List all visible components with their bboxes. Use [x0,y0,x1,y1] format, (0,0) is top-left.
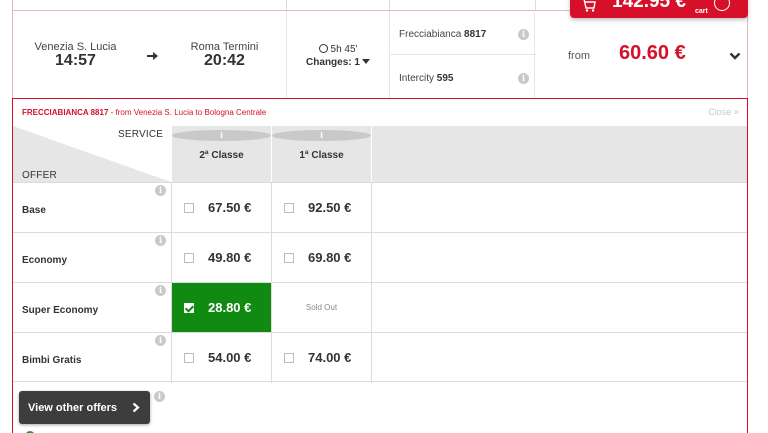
caret-down-icon [361,59,370,64]
train-name: Frecciabianca 8817 [399,29,486,40]
solution-row[interactable]: Venezia S. Lucia 14:57 Roma Termini 20:4… [12,10,748,99]
empty-cell [371,183,747,233]
button-label: View other offers [28,402,118,414]
price-option-selected[interactable]: 28.80 € [171,283,271,333]
info-icon[interactable]: i [155,235,166,246]
changes-toggle[interactable]: Changes: 1 [287,57,389,68]
offer-name: Super Economy [22,305,99,316]
price-option[interactable]: 69.80 € [271,233,371,283]
info-icon[interactable]: i [272,130,371,141]
price-prefix: from [568,50,590,62]
duration-value: 5h 45' [330,44,358,55]
offer-row: Base i 67.50 € 92.50 € [13,182,747,233]
price-option[interactable]: 49.80 € [171,233,271,283]
price-value: 49.80 € [208,250,252,265]
offer-name: Bimbi Gratis [22,355,82,366]
offer-label: OFFER [22,170,57,181]
departure-time: 14:57 [55,52,96,69]
price-value: 67.50 € [208,200,252,215]
empty-cell [371,283,747,333]
segment-train: FRECCIABIANCA 8817 [22,108,109,117]
cart-total: 142.95 € [612,0,686,12]
price-value: 54.00 € [208,350,252,365]
class-header: 1ª Classe i [271,126,371,182]
price-option[interactable]: 92.50 € [271,183,371,233]
arrival-time: 20:42 [204,52,245,69]
info-icon[interactable]: i [155,185,166,196]
train-type: Frecciabianca [399,29,462,40]
service-label: SERVICE [118,129,164,140]
close-button[interactable]: Close × [708,107,739,117]
checkbox[interactable] [184,353,194,363]
chevron-down-icon[interactable] [729,51,741,61]
divider [535,0,536,10]
price-option[interactable]: 74.00 € [271,333,371,383]
offer-row: Bimbi Gratis i 54.00 € 74.00 € [13,332,747,383]
train-list: Frecciabianca 8817 i Intercity 595 i [389,11,536,99]
class-header: 2ª Classe i [171,126,271,182]
cart-button[interactable]: 142.95 € cart [570,0,748,18]
duration-changes[interactable]: 5h 45' Changes: 1 [286,11,389,99]
offer-row: Economy i 49.80 € 69.80 € [13,232,747,283]
checkbox-checked[interactable] [184,303,194,313]
info-icon[interactable]: i [154,391,165,402]
sold-out-label: Sold Out [305,303,338,312]
cart-label: cart [695,8,708,15]
segment-route: - from Venezia S. Lucia to Bologna Centr… [108,108,267,117]
price-option[interactable]: 67.50 € [171,183,271,233]
price-option-unavailable: Sold Out [271,283,371,333]
train-item: Frecciabianca 8817 i [390,11,536,55]
departure: Venezia S. Lucia 14:57 [13,11,138,99]
price-value: 92.50 € [308,200,352,215]
class-label: 2ª Classe [199,150,244,161]
empty-cell [371,333,747,383]
info-icon[interactable]: i [172,130,271,141]
class-label: 1ª Classe [299,150,344,161]
price-value: 69.80 € [308,250,352,265]
view-other-offers-button[interactable]: View other offers [19,391,150,424]
divider [389,0,390,10]
train-name: Intercity 595 [399,73,453,84]
empty-cell [371,233,747,283]
offer-name: Base [22,205,46,216]
info-icon[interactable]: i [155,285,166,296]
checkbox[interactable] [184,253,194,263]
arrow-right-icon [147,52,158,60]
train-number: 8817 [464,29,487,40]
clock-icon [318,44,328,53]
checkbox[interactable] [284,253,294,263]
info-icon[interactable]: i [518,29,529,40]
changes-label: Changes: 1 [306,57,360,68]
price-value: 28.80 € [208,300,252,315]
train-item: Intercity 595 i [390,55,536,99]
info-icon[interactable]: i [155,335,166,346]
chevron-right-icon [132,402,140,413]
checkbox[interactable] [284,353,294,363]
info-icon[interactable]: i [518,73,529,84]
duration: 5h 45' [287,44,389,55]
divider [286,0,287,10]
cart-icon [583,0,596,12]
train-number: 595 [436,73,454,84]
offer-row: Super Economy i 28.80 € Sold Out [13,282,747,333]
arrival: Roma Termini 20:42 [163,11,286,99]
lowest-price: 60.60 € [619,42,686,64]
checkbox[interactable] [284,203,294,213]
price-option[interactable]: 54.00 € [171,333,271,383]
segment-title: FRECCIABIANCA 8817 - from Venezia S. Luc… [22,108,266,117]
header-filler [371,126,747,182]
circle-arrow-icon [714,0,730,11]
offer-detail-panel: FRECCIABIANCA 8817 - from Venezia S. Luc… [12,98,748,433]
offer-name: Economy [22,255,68,266]
price-value: 74.00 € [308,350,352,365]
checkbox[interactable] [184,203,194,213]
train-type: Intercity [399,73,435,84]
